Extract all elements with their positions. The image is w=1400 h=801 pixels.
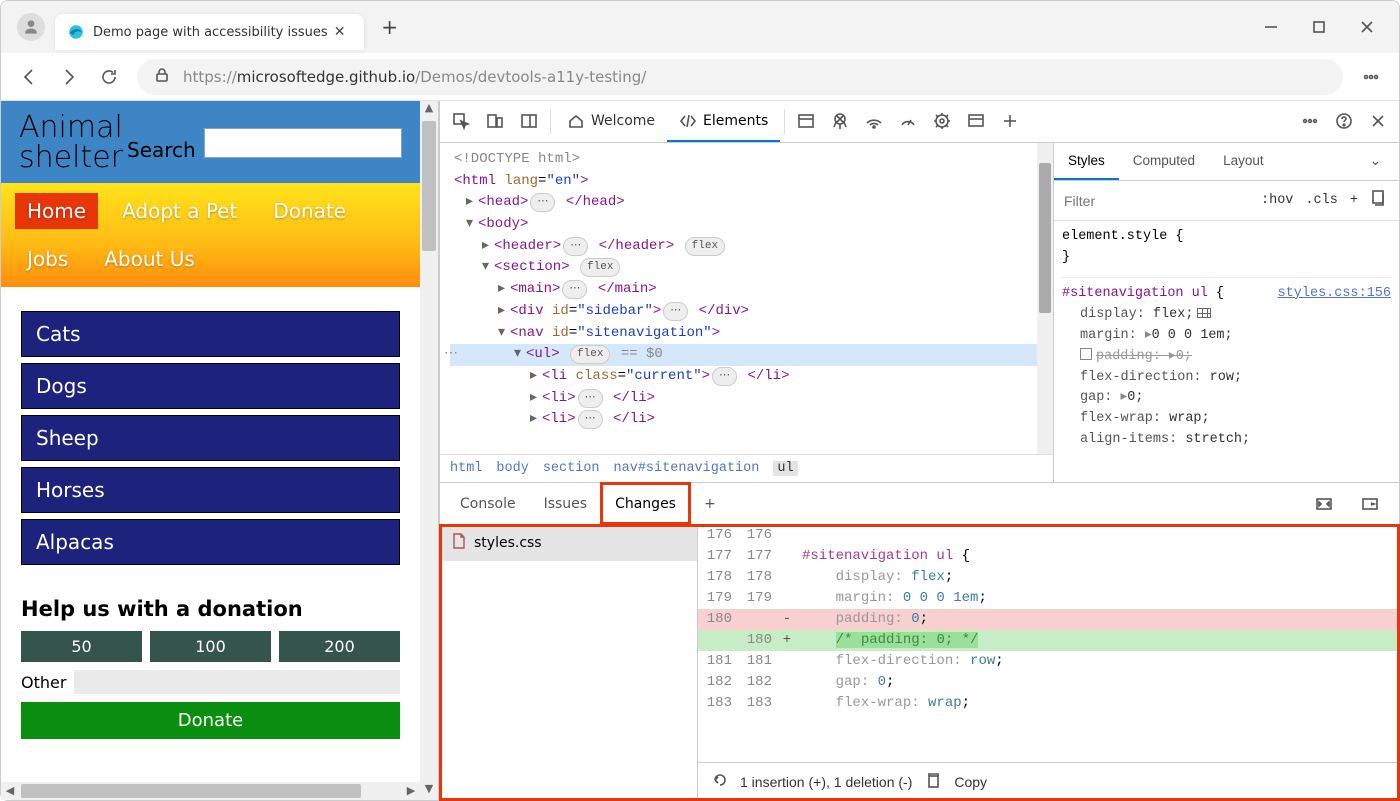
cat-alpacas[interactable]: Alpacas (21, 519, 400, 565)
page-header: Animalshelter Search (1, 101, 420, 183)
cat-sheep[interactable]: Sheep (21, 415, 400, 461)
window-titlebar: Demo page with accessibility issues ✕ + (1, 1, 1399, 53)
cat-dogs[interactable]: Dogs (21, 363, 400, 409)
dom-tree[interactable]: <!DOCTYPE html> <html lang="en"> ▸<head>… (440, 143, 1053, 454)
amount-50[interactable]: 50 (21, 631, 142, 662)
changes-status-bar: 1 insertion (+), 1 deletion (-) Copy (698, 762, 1399, 800)
styles-tab[interactable]: Styles (1054, 143, 1119, 180)
tab-app[interactable] (789, 101, 823, 142)
url-text: https://microsoftedge.github.io/Demos/de… (183, 68, 646, 86)
devtools-tabs: Welcome Elements (440, 101, 1399, 143)
nav-jobs[interactable]: Jobs (15, 241, 80, 277)
tab-network[interactable] (857, 101, 891, 142)
layout-tab[interactable]: Layout (1209, 143, 1278, 180)
donation-heading: Help us with a donation (1, 579, 420, 631)
page-viewport: Animalshelter Search Home Adopt a Pet Do… (1, 101, 438, 800)
nav-about[interactable]: About Us (92, 241, 207, 277)
browser-tab[interactable]: Demo page with accessibility issues ✕ (55, 14, 364, 50)
forward-button[interactable] (49, 57, 89, 97)
donation-amounts: 50 100 200 (1, 631, 420, 670)
devtools: Welcome Elements <!DOCTYPE html> <html l… (438, 101, 1399, 800)
tab-sources[interactable] (823, 101, 857, 142)
drawer-add-tab[interactable]: + (690, 483, 730, 524)
maximize-button[interactable] (1295, 7, 1343, 47)
computed-tab[interactable]: Computed (1119, 143, 1209, 180)
hov-toggle[interactable]: :hov (1255, 193, 1299, 208)
refresh-button[interactable] (89, 57, 129, 97)
close-window-button[interactable] (1343, 7, 1391, 47)
amount-100[interactable]: 100 (150, 631, 271, 662)
search-label: Search (127, 138, 196, 162)
nav-home[interactable]: Home (15, 193, 98, 229)
lock-icon (153, 66, 171, 88)
more-menu-button[interactable] (1351, 57, 1391, 97)
page-horizontal-scrollbar[interactable]: ◀ ▶ (1, 782, 420, 800)
drawer-tab-issues[interactable]: Issues (530, 483, 602, 524)
changes-file-list: styles.css (440, 525, 698, 800)
add-tab[interactable] (993, 101, 1027, 142)
drawer-tab-console[interactable]: Console (446, 483, 530, 524)
search-input[interactable] (204, 128, 402, 158)
devtools-more[interactable] (1293, 101, 1327, 142)
dock-side[interactable] (512, 101, 546, 142)
devtools-help[interactable] (1327, 101, 1361, 142)
element-style-rule[interactable]: element.style {} (1062, 227, 1391, 269)
cat-cats[interactable]: Cats (21, 311, 400, 357)
tab-application[interactable] (959, 101, 993, 142)
devtools-close[interactable] (1361, 101, 1395, 142)
nav-adopt[interactable]: Adopt a Pet (110, 193, 249, 229)
browser-toolbar: https://microsoftedge.github.io/Demos/de… (1, 53, 1399, 101)
property-checkbox[interactable] (1080, 348, 1092, 360)
styles-more[interactable]: ⌄ (1356, 143, 1395, 180)
styles-panel: Styles Computed Layout ⌄ :hov .cls + el (1053, 143, 1399, 482)
inspect-tool[interactable] (444, 101, 478, 142)
cls-toggle[interactable]: .cls (1299, 193, 1343, 208)
page-vertical-scrollbar[interactable]: ▲ ▼ (420, 101, 438, 800)
tab-memory[interactable] (925, 101, 959, 142)
copy-icon[interactable] (924, 771, 942, 792)
dom-tree-panel: <!DOCTYPE html> <html lang="en"> ▸<head>… (440, 143, 1053, 482)
drawer-tab-changes[interactable]: Changes (601, 483, 690, 524)
source-link[interactable]: styles.css:156 (1278, 284, 1391, 305)
address-bar[interactable]: https://microsoftedge.github.io/Demos/de… (137, 59, 1343, 95)
other-amount-input[interactable] (74, 670, 400, 694)
flex-editor-icon[interactable] (1197, 308, 1211, 318)
site-title: Animalshelter (19, 113, 123, 173)
other-label: Other (21, 673, 66, 692)
categories: Cats Dogs Sheep Horses Alpacas (1, 287, 420, 579)
donate-button[interactable]: Donate (21, 702, 400, 739)
cat-horses[interactable]: Horses (21, 467, 400, 513)
devtools-drawer: Console Issues Changes + styles.css 17 (440, 482, 1399, 800)
back-button[interactable] (9, 57, 49, 97)
device-toggle[interactable] (478, 101, 512, 142)
dom-scrollbar[interactable] (1037, 143, 1053, 454)
amount-200[interactable]: 200 (279, 631, 400, 662)
drawer-dock-icon[interactable] (1347, 483, 1393, 524)
edge-icon (67, 23, 85, 41)
tab-welcome[interactable]: Welcome (555, 101, 667, 142)
tab-close-icon[interactable]: ✕ (328, 24, 352, 40)
new-style-rule[interactable]: + (1344, 193, 1364, 208)
copy-button[interactable]: Copy (954, 774, 987, 790)
tab-performance[interactable] (891, 101, 925, 142)
minimize-button[interactable] (1247, 7, 1295, 47)
dom-breadcrumb[interactable]: html body section nav#sitenavigation ul (440, 454, 1053, 482)
tab-title: Demo page with accessibility issues (93, 25, 328, 40)
profile-avatar[interactable] (17, 13, 45, 41)
revert-icon[interactable] (710, 771, 728, 792)
styles-toggle-icon[interactable] (1394, 189, 1400, 212)
tab-elements[interactable]: Elements (667, 101, 780, 142)
styles-filter-input[interactable] (1054, 193, 1255, 209)
nav-donate[interactable]: Donate (261, 193, 358, 229)
styles-format-icon[interactable] (1364, 189, 1394, 212)
changed-file[interactable]: styles.css (440, 525, 697, 561)
diff-view[interactable]: 176176 177177#sitenavigation ul { 178178… (698, 525, 1399, 800)
file-icon (452, 533, 466, 553)
changes-count: 1 insertion (+), 1 deletion (-) (740, 774, 912, 790)
site-nav: Home Adopt a Pet Donate Jobs About Us (1, 183, 420, 287)
drawer-expand-icon[interactable] (1301, 483, 1347, 524)
new-tab-button[interactable]: + (374, 11, 406, 43)
